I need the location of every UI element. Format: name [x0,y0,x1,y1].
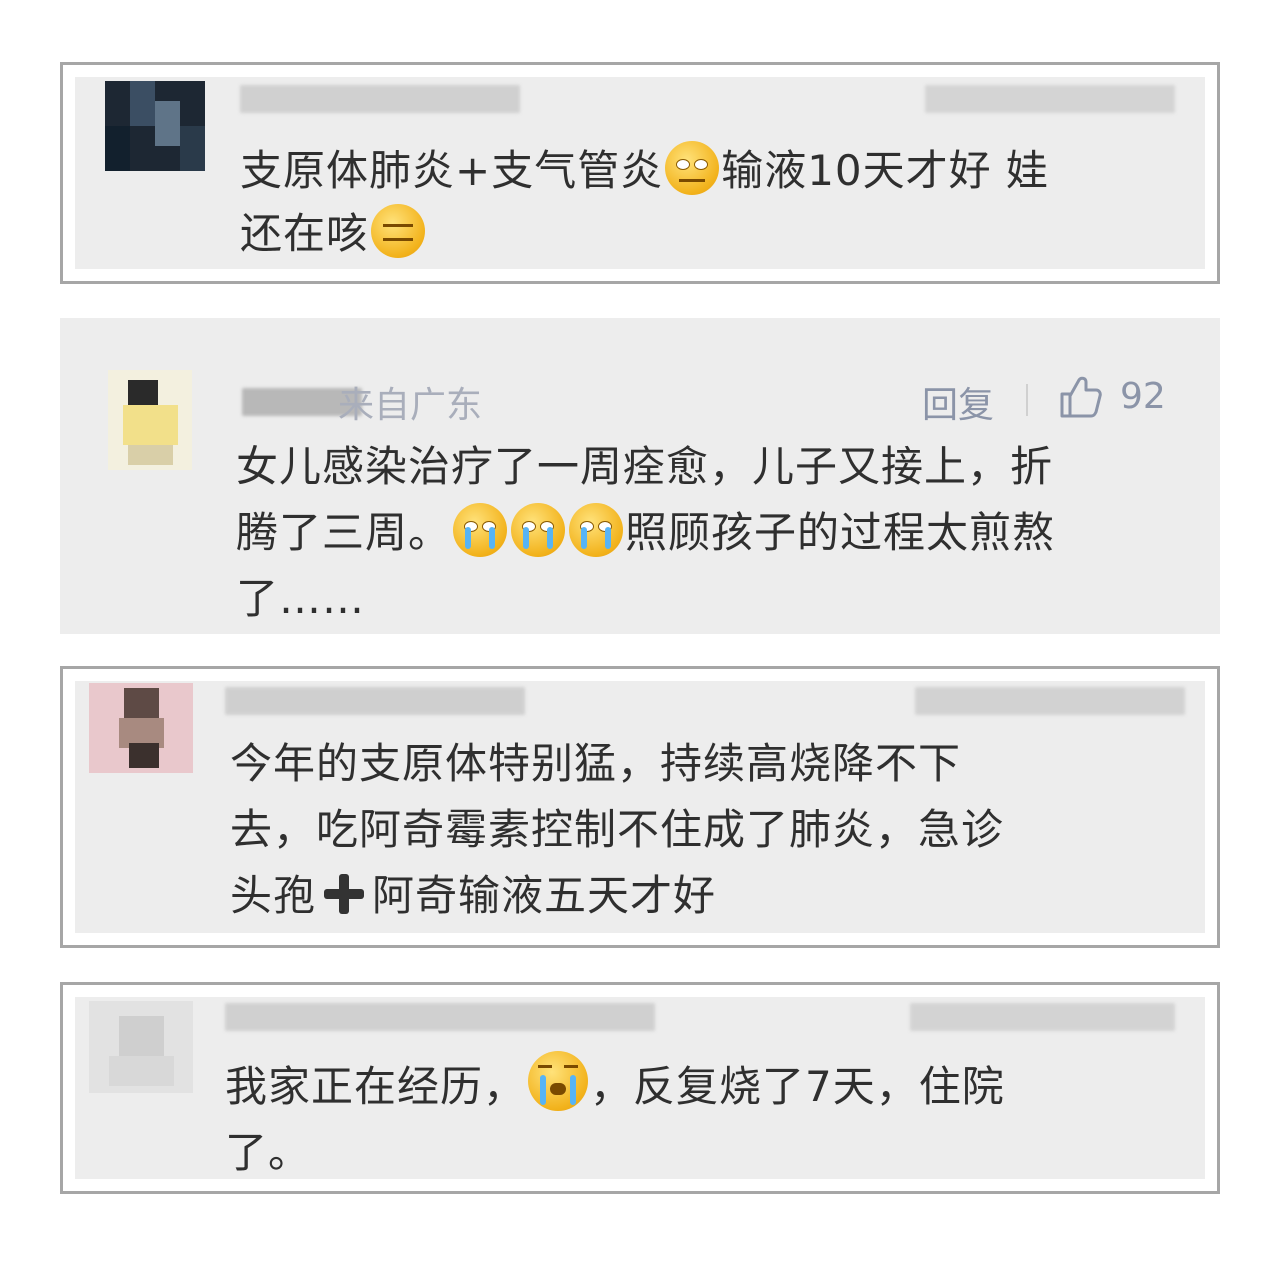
meta-redacted [925,85,1175,113]
comment-card-4-body: 我家正在经历， ，反复烧了7天，住院 了。 [75,997,1205,1179]
meta-redacted [915,687,1185,715]
avatar[interactable] [105,81,205,171]
comment-card-3-body: 今年的支原体特别猛，持续高烧降不下 去，吃阿奇霉素控制不住成了肺炎，急诊 头孢阿… [75,681,1205,933]
comment-text: 今年的支原体特别猛，持续高烧降不下 去，吃阿奇霉素控制不住成了肺炎，急诊 头孢阿… [230,739,1005,920]
username-redacted [225,687,525,715]
comment-card-1-body: 支原体肺炎+支气管炎 输液10天才好 娃 还在咳 [75,77,1205,269]
comment-card-3: 今年的支原体特别猛，持续高烧降不下 去，吃阿奇霉素控制不住成了肺炎，急诊 头孢阿… [60,666,1220,948]
comment-text: 女儿感染治疗了一周痊愈，儿子又接上，折 腾了三周。 照顾孩子的过程太煎熬 了…… [236,442,1056,623]
username-redacted [240,85,520,113]
expressionless-emoji [371,204,426,258]
avatar[interactable] [89,683,193,773]
crying-emoji [511,503,566,557]
location-label: 来自广东 [338,385,483,426]
avatar[interactable] [89,1001,193,1093]
username-redacted [225,1003,655,1031]
comment-card-1: 支原体肺炎+支气管炎 输液10天才好 娃 还在咳 [60,62,1220,284]
crying-emoji [569,503,624,557]
comment-text: 我家正在经历， ，反复烧了7天，住院 了。 [225,1051,1185,1186]
reply-button[interactable]: 回复 [922,376,994,428]
comment-text: 支原体肺炎+支气管炎 输液10天才好 娃 还在咳 [240,139,1190,265]
crying-emoji [453,503,508,557]
meta-redacted [910,1003,1175,1031]
comment-card-2: 来自广东 回复 92 女儿感染治疗了一周痊愈，儿子又接上，折 腾了三周。 照顾孩子… [60,318,1220,634]
rolling-eyes-emoji [665,141,720,195]
like-count: 92 [1120,376,1166,417]
comment-card-4: 我家正在经历， ，反复烧了7天，住院 了。 [60,982,1220,1194]
plus-icon [322,872,366,916]
loudly-crying-emoji [528,1051,589,1111]
thumbs-up-icon[interactable] [1056,374,1102,420]
avatar[interactable] [108,370,192,470]
meta-divider [1026,384,1028,416]
